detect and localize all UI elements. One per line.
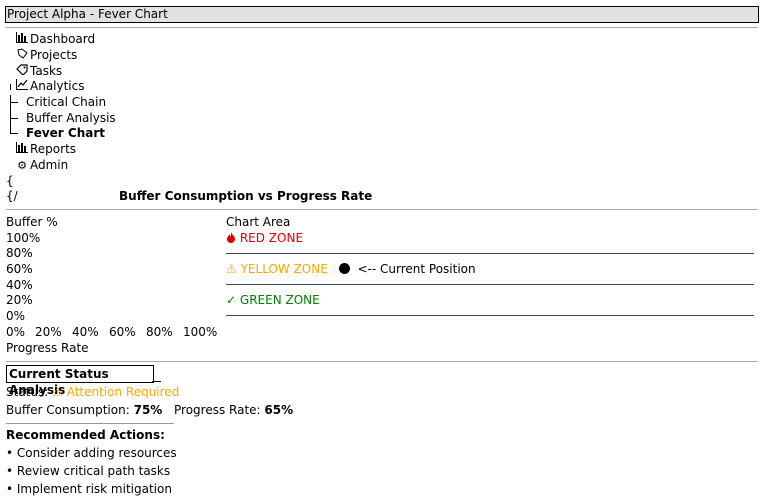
- nav-brace-close: {/: [6, 189, 18, 203]
- y-tick-label: 100%: [6, 231, 41, 245]
- status-value: Attention Required: [66, 385, 180, 399]
- action-item: • Consider adding resources: [6, 446, 177, 460]
- y-tick-label: 20%: [6, 293, 33, 307]
- status-section-tab[interactable]: Current Status Analysis: [6, 365, 154, 397]
- fire-icon: [226, 231, 240, 245]
- zone-label: YELLOW ZONE: [240, 262, 328, 276]
- nav-item-dashboard[interactable]: Dashboard: [15, 31, 95, 48]
- nav-item-admin[interactable]: ⚙ Admin: [15, 157, 68, 174]
- x-tick-label: 20%: [35, 325, 62, 339]
- buffer-consumption: Buffer Consumption: 75%: [6, 402, 162, 418]
- buffer-label: Buffer Consumption:: [6, 403, 130, 417]
- nav-item-critical-chain[interactable]: Critical Chain: [26, 94, 106, 110]
- y-tick-label: 60%: [6, 262, 33, 276]
- y-tick-label: 40%: [6, 278, 33, 292]
- nav-brace-open: {: [6, 174, 14, 188]
- nav-item-label: Reports: [30, 142, 77, 156]
- current-position-marker: [338, 263, 350, 274]
- nav-item-buffer-analysis[interactable]: Buffer Analysis: [26, 110, 116, 126]
- nav-item-label: Admin: [30, 158, 69, 172]
- nav-item-label: Analytics: [30, 79, 85, 93]
- x-tick-label: 80%: [146, 325, 173, 339]
- tab-underline: [152, 381, 161, 382]
- x-tick-label: 40%: [72, 325, 99, 339]
- tree-connector: [10, 133, 18, 134]
- tree-branch-line: [10, 84, 11, 90]
- y-axis-label: Buffer %: [6, 215, 58, 229]
- x-axis-label: Progress Rate: [6, 341, 89, 355]
- title-divider: [5, 27, 758, 28]
- x-tick-label: 0%: [6, 325, 26, 339]
- progress-label: Progress Rate:: [174, 403, 261, 417]
- nav-item-label: Projects: [30, 48, 78, 62]
- bar-chart-icon: [15, 142, 29, 158]
- y-tick-label: 80%: [6, 246, 33, 260]
- actions-title: Recommended Actions:: [6, 428, 165, 442]
- progress-rate: Progress Rate: 65%: [174, 402, 293, 418]
- zone-label: GREEN ZONE: [239, 293, 320, 307]
- x-tick-label: 60%: [109, 325, 136, 339]
- zone-yellow: ⚠ YELLOW ZONE <-- Current Position: [226, 261, 476, 277]
- chart-area-label: Chart Area: [226, 215, 291, 229]
- zone-divider: [226, 284, 754, 285]
- tree-connector: [10, 102, 18, 103]
- gear-icon: ⚙: [17, 159, 27, 172]
- zone-label: RED ZONE: [239, 231, 304, 245]
- chart-title-divider: [6, 209, 758, 210]
- progress-value: 65%: [264, 403, 294, 417]
- chart-title: Buffer Consumption vs Progress Rate: [119, 189, 373, 203]
- check-icon: ✓: [226, 293, 237, 307]
- nav-item-projects[interactable]: Projects: [15, 47, 77, 64]
- metrics-divider: [6, 423, 174, 424]
- zone-red: RED ZONE: [226, 230, 303, 246]
- x-tick-label: 100%: [183, 325, 218, 339]
- status-row: Status: ⚠ Attention Required: [6, 384, 179, 400]
- y-tick-label: 0%: [6, 309, 26, 323]
- nav-item-fever-chart[interactable]: Fever Chart: [26, 125, 105, 141]
- tree-connector: [10, 118, 18, 119]
- tree-child-line: [10, 95, 11, 133]
- current-position-label: <-- Current Position: [357, 262, 476, 276]
- status-label: Status:: [6, 385, 49, 399]
- buffer-value: 75%: [133, 403, 163, 417]
- action-item: • Review critical path tasks: [6, 464, 171, 478]
- nav-item-label: Tasks: [30, 64, 63, 78]
- window-title: Project Alpha - Fever Chart: [5, 6, 759, 23]
- warning-icon: ⚠: [52, 385, 63, 399]
- nav-item-analytics[interactable]: Analytics: [15, 78, 85, 95]
- action-item: • Implement risk mitigation: [6, 482, 172, 496]
- zone-divider: [226, 253, 754, 254]
- zone-green: ✓ GREEN ZONE: [226, 292, 320, 308]
- folder-icon: [15, 48, 29, 64]
- line-chart-icon: [15, 79, 29, 95]
- warning-icon: ⚠: [226, 262, 237, 276]
- chart-bottom-divider: [6, 361, 758, 362]
- bar-chart-icon: [15, 32, 29, 48]
- nav-item-label: Dashboard: [30, 32, 96, 46]
- zone-divider: [226, 315, 754, 316]
- nav-item-reports[interactable]: Reports: [15, 141, 76, 158]
